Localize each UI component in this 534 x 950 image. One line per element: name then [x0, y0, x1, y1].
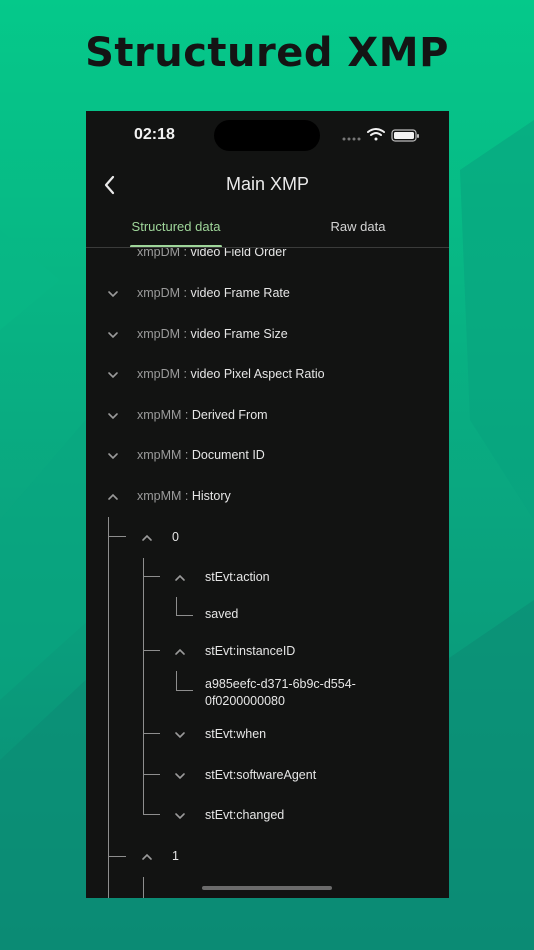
chevron-up-icon[interactable] — [140, 533, 154, 543]
dynamic-island — [214, 120, 320, 151]
chevron-down-icon[interactable] — [173, 730, 187, 740]
wifi-icon — [367, 128, 385, 141]
tree-row-label: 1 — [172, 849, 179, 863]
chevron-down-icon[interactable] — [106, 370, 120, 380]
tree-row-label: xmpDM : video Frame Rate — [137, 286, 290, 300]
tree-row-label: xmpDM : video Pixel Aspect Ratio — [137, 367, 325, 381]
tree-row-changed[interactable]: stEvt:changed — [86, 800, 449, 830]
tree-row-when[interactable]: stEvt:when — [86, 719, 449, 749]
tree-row-label: stEvt:instanceID — [205, 644, 296, 658]
tree-row-software[interactable]: stEvt:softwareAgent — [86, 760, 449, 790]
tree-row[interactable]: xmpMM : Derived From — [86, 400, 449, 430]
signal-dots-icon — [342, 137, 361, 141]
tree-row[interactable]: xmpDM : video Pixel Aspect Ratio — [86, 359, 449, 389]
chevron-down-icon[interactable] — [106, 330, 120, 340]
chevron-down-icon[interactable] — [173, 771, 187, 781]
tree-row-partial[interactable]: xmpDM : video Field Order — [86, 248, 449, 268]
tab-structured-data[interactable]: Structured data — [124, 219, 228, 247]
tab-raw-data[interactable]: Raw data — [312, 219, 404, 247]
promo-title: Structured XMP — [85, 30, 449, 76]
page-title: Main XMP — [225, 174, 310, 194]
tree-view[interactable]: xmpDM : video Field Order xmpDM : video … — [86, 248, 449, 898]
chevron-down-icon[interactable] — [106, 289, 120, 299]
chevron-up-icon[interactable] — [173, 647, 187, 657]
tree-row-label: stEvt:changed — [205, 808, 285, 822]
tree-row-label: stEvt:softwareAgent — [205, 768, 317, 782]
tree-row-index-1[interactable]: 1 — [86, 841, 449, 871]
value-text: a985eefc-d371-6b9c-d554-0f0200000080 — [205, 677, 356, 708]
tree-row-instance[interactable]: stEvt:instanceID — [86, 636, 449, 666]
chevron-down-icon[interactable] — [106, 451, 120, 461]
tree-row-label: xmpDM : video Frame Size — [137, 327, 288, 341]
phone-screen: 02:18 Main XMP Structured data Raw data … — [86, 111, 449, 898]
home-indicator — [202, 886, 332, 890]
tree-row-history[interactable]: xmpMM : History — [86, 481, 449, 511]
chevron-down-icon[interactable] — [106, 411, 120, 421]
tree-row[interactable]: xmpMM : Document ID — [86, 440, 449, 470]
tree-row-label: 0 — [172, 530, 179, 544]
tree-row-label: xmpMM : Derived From — [137, 408, 268, 422]
value-text: saved — [205, 607, 239, 621]
tree-row-label: xmpMM : Document ID — [137, 448, 265, 462]
tree-row-label: xmpMM : History — [137, 489, 231, 503]
tree-row[interactable]: xmpDM : video Frame Size — [86, 319, 449, 349]
chevron-up-icon[interactable] — [173, 573, 187, 583]
battery-icon — [391, 129, 419, 142]
status-icons — [342, 128, 419, 142]
tree-row-label: stEvt:action — [205, 570, 270, 584]
chevron-down-icon[interactable] — [173, 811, 187, 821]
chevron-up-icon[interactable] — [140, 852, 154, 862]
tree-row-action[interactable]: stEvt:action — [86, 562, 449, 592]
tree-row[interactable]: xmpDM : video Frame Rate — [86, 278, 449, 308]
status-time: 02:18 — [134, 126, 175, 143]
tree-row-label: stEvt:when — [205, 727, 267, 741]
chevron-up-icon[interactable] — [106, 492, 120, 502]
tree-row-index-0[interactable]: 0 — [86, 522, 449, 552]
